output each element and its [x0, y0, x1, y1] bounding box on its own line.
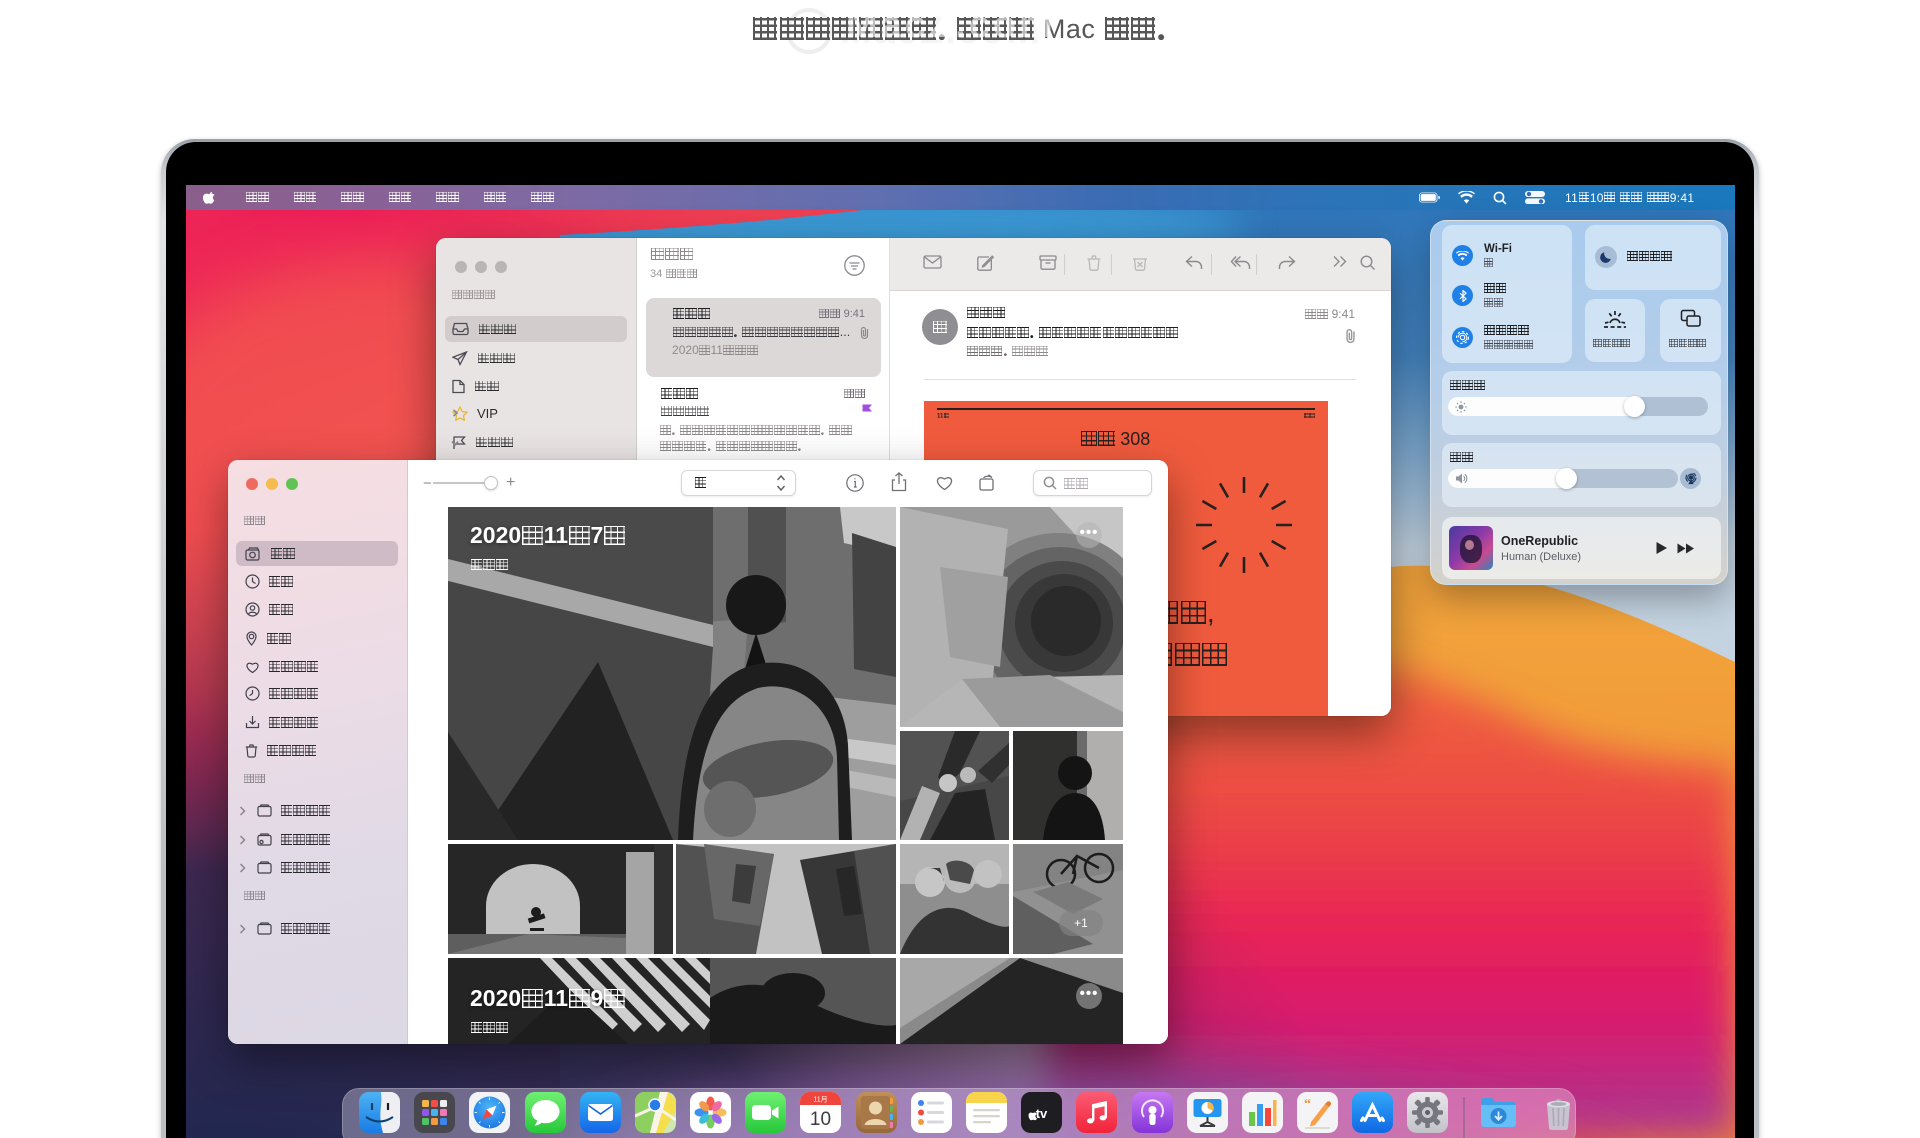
svg-text:10: 10: [810, 1109, 831, 1130]
svg-text:“: “: [1304, 1097, 1311, 1112]
svg-text:tv: tv: [1036, 1106, 1048, 1121]
svg-text:11月: 11月: [813, 1096, 827, 1104]
